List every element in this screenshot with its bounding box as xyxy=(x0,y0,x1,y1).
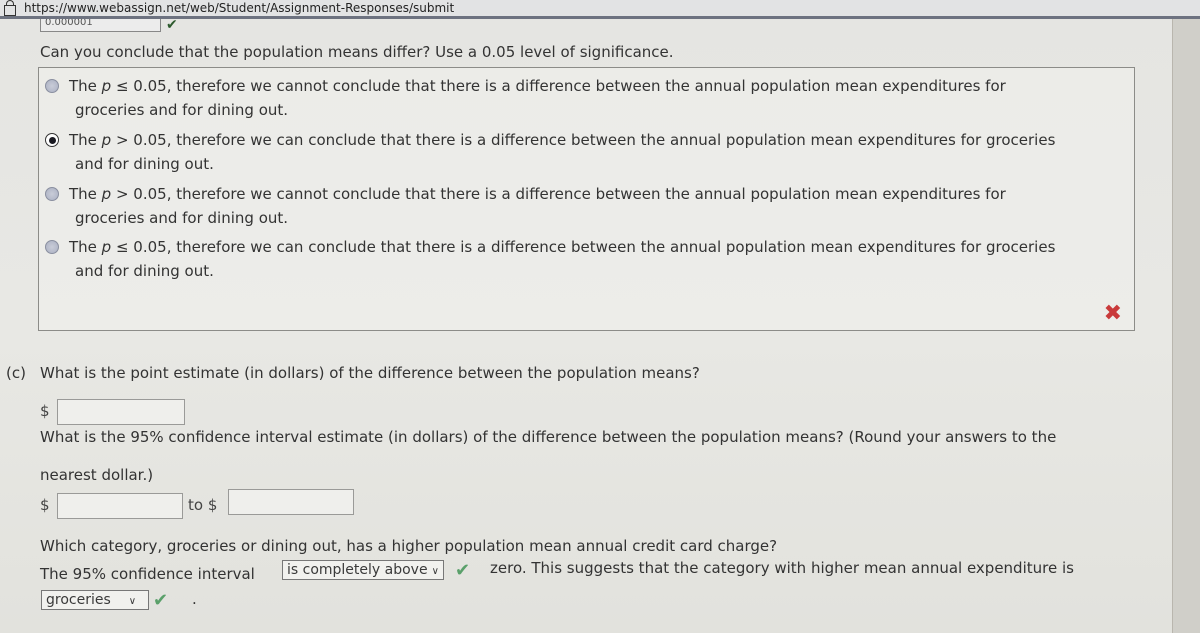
option-text: ≤ 0.05, therefore we cannot conclude tha… xyxy=(111,77,1006,95)
chevron-down-icon: ∨ xyxy=(431,566,439,577)
currency-symbol: $ xyxy=(40,496,50,514)
correct-check-icon: ✔ xyxy=(455,560,471,581)
option-4[interactable]: The p ≤ 0.05, therefore we can conclude … xyxy=(45,235,1125,283)
part-b-question: Can you conclude that the population mea… xyxy=(40,43,674,61)
previous-answer-field[interactable]: 0.000001 xyxy=(40,19,161,32)
radio-option-1[interactable] xyxy=(45,79,59,93)
part-b-options: The p ≤ 0.05, therefore we cannot conclu… xyxy=(38,67,1135,331)
ci-upper-input[interactable] xyxy=(228,489,354,515)
p-symbol: p xyxy=(101,185,112,203)
ci-question-line2: nearest dollar.) xyxy=(40,466,154,484)
select-value: is completely above xyxy=(287,562,428,578)
correct-check-icon: ✔ xyxy=(153,590,169,611)
option-text: The xyxy=(69,131,102,149)
category-question: Which category, groceries or dining out,… xyxy=(40,537,778,555)
option-text: The xyxy=(69,238,102,256)
option-text: > 0.05, therefore we cannot conclude tha… xyxy=(111,185,1006,203)
incorrect-x-icon: ✖ xyxy=(1103,301,1122,326)
assignment-page: 0.000001 ✔ Can you conclude that the pop… xyxy=(0,17,1173,633)
option-text: > 0.05, therefore we can conclude that t… xyxy=(111,131,1056,149)
sentence-end: . xyxy=(192,590,197,608)
browser-address-bar[interactable]: https://www.webassign.net/web/Student/As… xyxy=(0,0,1200,19)
option-2[interactable]: The p > 0.05, therefore we can conclude … xyxy=(45,128,1125,176)
ci-sentence-prefix: The 95% confidence interval xyxy=(40,565,255,583)
point-estimate-input[interactable] xyxy=(57,399,185,425)
chevron-down-icon: ∨ xyxy=(128,596,137,607)
lock-icon xyxy=(4,0,16,16)
ci-to-label: to $ xyxy=(188,496,218,514)
ci-lower-input[interactable] xyxy=(57,493,183,519)
radio-option-2-selected[interactable] xyxy=(45,133,59,147)
option-text: The xyxy=(69,185,102,203)
option-text-line2: groceries and for dining out. xyxy=(75,101,289,119)
option-3[interactable]: The p > 0.05, therefore we cannot conclu… xyxy=(45,182,1125,230)
part-c-label: (c) xyxy=(6,364,26,382)
ci-sentence-suffix: zero. This suggests that the category wi… xyxy=(490,559,1074,577)
option-text-line2: and for dining out. xyxy=(75,155,214,173)
select-value: groceries xyxy=(46,592,111,608)
option-text-line2: and for dining out. xyxy=(75,262,214,280)
option-text: The xyxy=(69,77,102,95)
radio-option-3[interactable] xyxy=(45,187,59,201)
correct-check-icon: ✔ xyxy=(166,17,178,33)
radio-option-4[interactable] xyxy=(45,240,59,254)
point-estimate-question: What is the point estimate (in dollars) … xyxy=(40,364,700,382)
ci-question-line1: What is the 95% confidence interval esti… xyxy=(40,428,1057,446)
ci-position-select[interactable]: is completely above ∨ xyxy=(282,560,444,580)
option-1[interactable]: The p ≤ 0.05, therefore we cannot conclu… xyxy=(45,74,1125,122)
category-select[interactable]: groceries ∨ xyxy=(41,590,149,610)
option-text: ≤ 0.05, therefore we can conclude that t… xyxy=(111,238,1056,256)
p-symbol: p xyxy=(101,238,112,256)
currency-symbol: $ xyxy=(40,402,50,420)
page-side-margin xyxy=(1173,19,1200,633)
option-text-line2: groceries and for dining out. xyxy=(75,209,289,227)
url-text[interactable]: https://www.webassign.net/web/Student/As… xyxy=(24,1,454,15)
p-symbol: p xyxy=(101,77,112,95)
p-symbol: p xyxy=(101,131,112,149)
